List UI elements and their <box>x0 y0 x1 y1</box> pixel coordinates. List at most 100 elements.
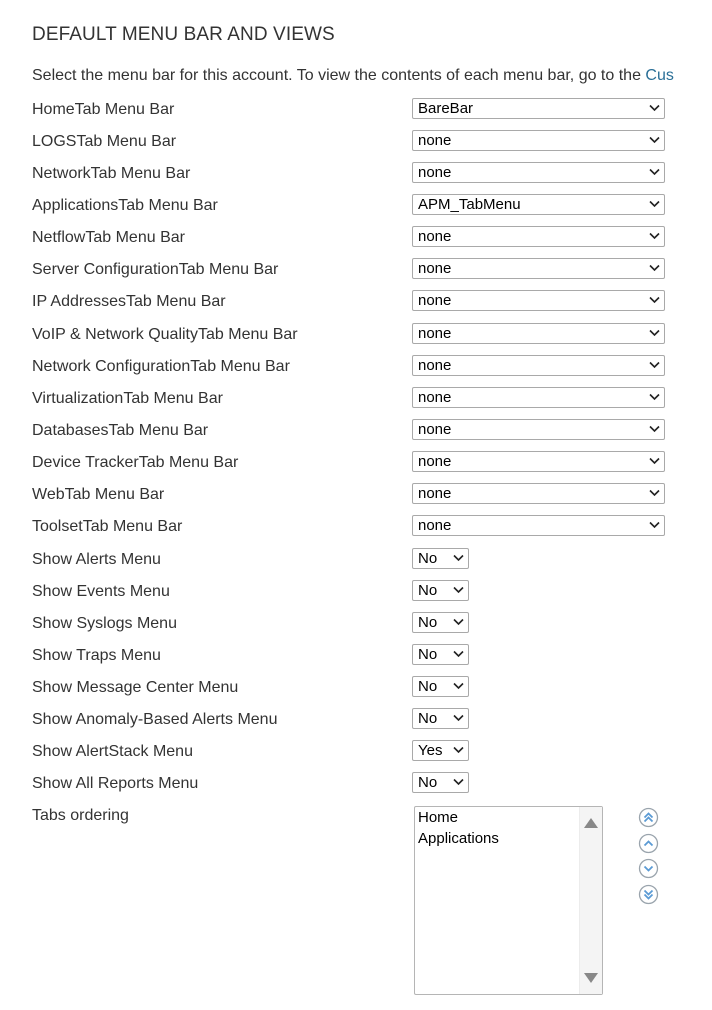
chevron-down-icon <box>638 858 659 879</box>
show-menu-select[interactable]: No <box>412 547 469 569</box>
double-chevron-up-icon <box>638 807 659 828</box>
menu-bar-label: DatabasesTab Menu Bar <box>32 421 209 439</box>
menu-bar-label: WebTab Menu Bar <box>32 485 165 503</box>
move-bottom-button[interactable] <box>638 884 659 905</box>
show-menu-select[interactable]: No <box>412 708 469 729</box>
chevron-down-icon <box>453 779 464 786</box>
show-menu-selected-value: No <box>418 549 438 567</box>
menu-bar-selected-value: none <box>418 292 452 310</box>
menu-bar-label: NetflowTab Menu Bar <box>32 229 185 247</box>
scroll-down-arrow-icon[interactable] <box>584 973 598 983</box>
show-menu-select[interactable]: No <box>412 643 469 665</box>
show-menu-selected-value: No <box>418 581 438 599</box>
menu-bar-row: Network ConfigurationTab Menu Bar none <box>0 354 712 380</box>
scroll-up-arrow-icon[interactable] <box>584 818 598 828</box>
listbox-scrollbar[interactable] <box>579 807 602 994</box>
move-down-button[interactable] <box>638 858 659 879</box>
menu-bar-select[interactable]: none <box>412 258 665 280</box>
menu-bar-label: NetworkTab Menu Bar <box>32 165 191 183</box>
show-menu-row: Show Traps Menu No <box>0 643 712 669</box>
menu-bar-label: Server ConfigurationTab Menu Bar <box>32 261 279 279</box>
menu-bar-label: HomeTab Menu Bar <box>32 101 175 118</box>
chevron-down-icon <box>649 329 660 336</box>
menu-bar-select[interactable]: none <box>412 418 665 440</box>
menu-bar-select[interactable]: none <box>412 290 665 312</box>
show-menu-row: Show AlertStack Menu Yes <box>0 740 712 765</box>
chevron-down-icon <box>453 747 464 754</box>
menu-bar-select[interactable]: none <box>412 450 665 472</box>
menu-bar-label: VoIP & Network QualityTab Menu Bar <box>32 325 298 343</box>
menu-bar-label: LOGSTab Menu Bar <box>32 133 177 151</box>
section-title: DEFAULT MENU BAR AND VIEWS <box>32 24 335 45</box>
menu-bar-row: VirtualizationTab Menu Bar none <box>0 386 712 412</box>
menu-bar-selected-value: none <box>418 452 452 470</box>
show-menu-selected-value: No <box>418 613 438 631</box>
menu-bar-label: ToolsetTab Menu Bar <box>32 518 183 536</box>
menu-bar-row: HomeTab Menu Bar BareBar <box>0 98 712 123</box>
chevron-down-icon <box>649 201 660 208</box>
show-menu-select[interactable]: No <box>412 611 469 633</box>
menu-bar-selected-value: none <box>418 324 452 342</box>
tabs-ordering-listbox[interactable]: Home Applications <box>414 806 603 995</box>
chevron-down-icon <box>649 104 660 112</box>
menu-bar-row: NetworkTab Menu Bar none <box>0 162 712 187</box>
chevron-down-icon <box>649 361 660 368</box>
menu-bar-select[interactable]: none <box>412 482 665 504</box>
menu-bar-selected-value: none <box>418 260 452 278</box>
menu-bar-selected-value: none <box>418 484 452 502</box>
intro-text-body: Select the menu bar for this account. To… <box>32 67 646 84</box>
menu-bar-select[interactable]: none <box>412 515 665 537</box>
menu-bar-label: ApplicationsTab Menu Bar <box>32 197 218 215</box>
menu-bar-select[interactable]: none <box>412 130 665 152</box>
show-menu-label: Show Traps Menu <box>32 646 161 664</box>
menu-bar-select[interactable]: APM_TabMenu <box>412 194 665 216</box>
show-menu-label: Show Message Center Menu <box>32 678 239 696</box>
chevron-down-icon <box>649 265 660 272</box>
chevron-down-icon <box>649 169 660 176</box>
chevron-down-icon <box>453 682 464 690</box>
chevron-up-icon <box>638 833 659 854</box>
show-menu-select[interactable]: No <box>412 675 469 697</box>
menu-bar-select[interactable]: BareBar <box>412 98 665 119</box>
list-item[interactable]: Home <box>418 809 458 826</box>
menu-bar-selected-value: none <box>418 228 452 246</box>
tabs-ordering-label: Tabs ordering <box>32 807 129 824</box>
menu-bar-select[interactable]: none <box>412 354 665 376</box>
menu-bar-row: Server ConfigurationTab Menu Bar none <box>0 258 712 283</box>
show-menu-label: Show Alerts Menu <box>32 550 161 568</box>
intro-text: Select the menu bar for this account. To… <box>32 67 674 85</box>
menu-bar-row: Device TrackerTab Menu Bar none <box>0 450 712 476</box>
chevron-down-icon <box>649 457 660 465</box>
show-menu-select[interactable]: No <box>412 579 469 601</box>
menu-bar-label: Device TrackerTab Menu Bar <box>32 453 239 471</box>
chevron-down-icon <box>453 618 464 625</box>
show-menu-selected-value: Yes <box>418 742 443 760</box>
list-item[interactable]: Applications <box>418 830 499 847</box>
menu-bar-selected-value: none <box>418 356 452 374</box>
show-menu-label: Show Events Menu <box>32 582 170 600</box>
customize-link[interactable]: Cus <box>645 67 673 84</box>
show-menu-label: Show Syslogs Menu <box>32 614 177 632</box>
chevron-down-icon <box>453 714 464 722</box>
menu-bar-select[interactable]: none <box>412 162 665 184</box>
chevron-down-icon <box>453 554 464 561</box>
tabs-ordering-row: Tabs ordering <box>0 805 712 829</box>
menu-bar-selected-value: none <box>418 132 452 150</box>
menu-bar-row: LOGSTab Menu Bar none <box>0 130 712 155</box>
move-up-button[interactable] <box>638 833 659 854</box>
menu-bar-selected-value: APM_TabMenu <box>418 196 521 214</box>
show-menu-select[interactable]: No <box>412 772 469 794</box>
menu-bar-select[interactable]: none <box>412 322 665 344</box>
show-menu-selected-value: No <box>418 774 438 792</box>
menu-bar-selected-value: BareBar <box>418 100 474 117</box>
show-menu-select[interactable]: Yes <box>412 740 469 762</box>
show-menu-row: Show Anomaly-Based Alerts Menu No <box>0 708 712 733</box>
menu-bar-select[interactable]: none <box>412 386 665 408</box>
menu-bar-select[interactable]: none <box>412 226 665 248</box>
menu-bar-label: IP AddressesTab Menu Bar <box>32 293 226 311</box>
chevron-down-icon <box>649 137 660 144</box>
show-menu-selected-value: No <box>418 677 438 695</box>
show-menu-row: Show Events Menu No <box>0 579 712 605</box>
menu-bar-selected-value: none <box>418 420 452 438</box>
move-top-button[interactable] <box>638 807 659 828</box>
